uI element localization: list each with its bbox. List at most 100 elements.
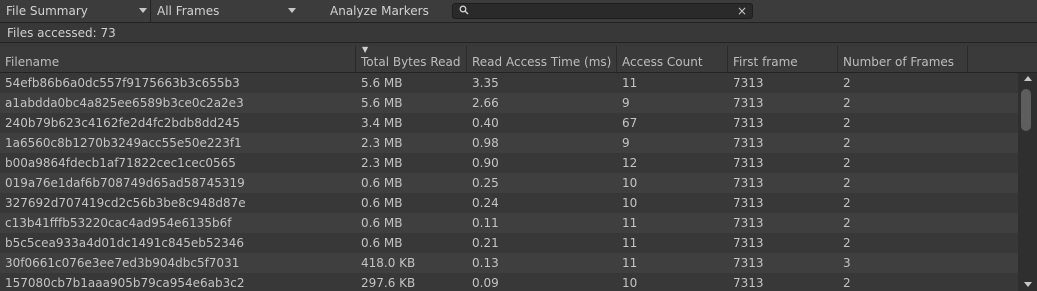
column-header-access-count[interactable]: Access Count	[617, 46, 728, 72]
scrollbar-thumb[interactable]	[1021, 89, 1031, 131]
cell-read-access-time: 3.35	[472, 76, 499, 90]
toolbar: File Summary All Frames Analyze Markers …	[0, 0, 1037, 23]
cell-read-access-time: 0.24	[472, 196, 499, 210]
column-label: Read Access Time (ms)	[472, 55, 612, 69]
table-row[interactable]: a1abdda0bc4a825ee6589b3ce0c2a2e3 5.6 MB 2.…	[0, 93, 1018, 113]
cell-number-of-frames: 2	[843, 156, 851, 170]
table-row[interactable]: 019a76e1daf6b708749d65ad58745319 0.6 MB 0.…	[0, 173, 1018, 193]
file-summary-table: Filename Total Bytes Read Read Access Ti…	[0, 42, 1037, 291]
cell-first-frame: 7313	[733, 156, 764, 170]
column-label: Total Bytes Read	[361, 55, 461, 69]
scroll-down-icon[interactable]	[1024, 282, 1032, 287]
cell-number-of-frames: 2	[843, 96, 851, 110]
cell-read-access-time: 0.13	[472, 256, 499, 270]
cell-number-of-frames: 3	[843, 256, 851, 270]
cell-access-count: 9	[622, 96, 630, 110]
sort-descending-icon: ▼	[362, 45, 369, 54]
files-accessed-count: Files accessed: 73	[7, 26, 116, 40]
cell-filename: 1a6560c8b1270b3249acc55e50e223f1	[5, 136, 242, 150]
cell-first-frame: 7313	[733, 96, 764, 110]
cell-read-access-time: 0.09	[472, 276, 499, 290]
cell-total-bytes-read: 5.6 MB	[361, 96, 403, 110]
table-row[interactable]: 240b79b623c4162fe2d4fc2bdb8dd245 3.4 MB 0.…	[0, 113, 1018, 133]
column-label: Access Count	[622, 55, 703, 69]
table-row[interactable]: 30f0661c076e3ee7ed3b904dbc5f7031 418.0 KB…	[0, 253, 1018, 273]
cell-total-bytes-read: 2.3 MB	[361, 136, 403, 150]
table-header: Filename Total Bytes Read Read Access Ti…	[0, 45, 1037, 73]
cell-read-access-time: 0.11	[472, 216, 499, 230]
cell-access-count: 11	[622, 76, 638, 90]
cell-read-access-time: 0.90	[472, 156, 499, 170]
cell-first-frame: 7313	[733, 176, 764, 190]
cell-read-access-time: 0.25	[472, 176, 499, 190]
chevron-down-icon	[139, 8, 147, 13]
column-header-first-frame[interactable]: First frame	[728, 46, 838, 72]
cell-number-of-frames: 2	[843, 216, 851, 230]
cell-number-of-frames: 2	[843, 236, 851, 250]
cell-access-count: 10	[622, 276, 638, 290]
search-input[interactable]: ×	[452, 3, 753, 19]
search-icon	[459, 5, 469, 15]
cell-read-access-time: 0.98	[472, 136, 499, 150]
cell-filename: 240b79b623c4162fe2d4fc2bdb8dd245	[5, 116, 241, 130]
scroll-up-icon[interactable]	[1024, 76, 1032, 81]
cell-total-bytes-read: 0.6 MB	[361, 176, 403, 190]
cell-access-count: 11	[622, 236, 638, 250]
column-header-total-bytes-read[interactable]: Total Bytes Read	[356, 46, 467, 72]
table-row[interactable]: b00a9864fdecb1af71822cec1cec0565 2.3 MB 0.…	[0, 153, 1018, 173]
cell-filename: a1abdda0bc4a825ee6589b3ce0c2a2e3	[5, 96, 244, 110]
cell-first-frame: 7313	[733, 276, 764, 290]
cell-filename: 157080cb7b1aaa905b79ca954e6ab3c2	[5, 276, 245, 290]
cell-number-of-frames: 2	[843, 176, 851, 190]
table-row[interactable]: 1a6560c8b1270b3249acc55e50e223f1 2.3 MB 0.…	[0, 133, 1018, 153]
cell-access-count: 10	[622, 176, 638, 190]
cell-number-of-frames: 2	[843, 76, 851, 90]
chevron-down-icon	[288, 8, 296, 13]
cell-number-of-frames: 2	[843, 196, 851, 210]
cell-access-count: 11	[622, 256, 638, 270]
cell-number-of-frames: 2	[843, 136, 851, 150]
cell-filename: 327692d707419cd2c56b3be8c948d87e	[5, 196, 246, 210]
cell-first-frame: 7313	[733, 116, 764, 130]
cell-read-access-time: 0.40	[472, 116, 499, 130]
column-label: First frame	[733, 55, 798, 69]
cell-total-bytes-read: 2.3 MB	[361, 156, 403, 170]
column-label: Number of Frames	[843, 55, 955, 69]
column-header-read-access-time[interactable]: Read Access Time (ms)	[467, 46, 617, 72]
cell-total-bytes-read: 297.6 KB	[361, 276, 416, 290]
cell-first-frame: 7313	[733, 256, 764, 270]
vertical-scrollbar[interactable]	[1018, 73, 1037, 291]
cell-total-bytes-read: 0.6 MB	[361, 196, 403, 210]
cell-access-count: 67	[622, 116, 638, 130]
cell-first-frame: 7313	[733, 76, 764, 90]
frames-dropdown[interactable]: All Frames	[151, 0, 301, 22]
table-body: 54efb86b6a0dc557f9175663b3c655b3 5.6 MB 3.…	[0, 73, 1018, 291]
cell-filename: b00a9864fdecb1af71822cec1cec0565	[5, 156, 236, 170]
cell-filename: 30f0661c076e3ee7ed3b904dbc5f7031	[5, 256, 240, 270]
cell-total-bytes-read: 0.6 MB	[361, 236, 403, 250]
table-row[interactable]: c13b41fffb53220cac4ad954e6135b6f 0.6 MB 0.…	[0, 213, 1018, 233]
analyze-markers-button[interactable]: Analyze Markers	[330, 0, 429, 22]
frames-dropdown-label: All Frames	[157, 4, 220, 18]
table-row[interactable]: 327692d707419cd2c56b3be8c948d87e 0.6 MB 0.…	[0, 193, 1018, 213]
table-row[interactable]: b5c5cea933a4d01dc1491c845eb52346 0.6 MB 0.…	[0, 233, 1018, 253]
view-dropdown-label: File Summary	[6, 4, 88, 18]
cell-access-count: 10	[622, 196, 638, 210]
cell-access-count: 12	[622, 156, 638, 170]
cell-first-frame: 7313	[733, 136, 764, 150]
column-header-filename[interactable]: Filename	[0, 46, 356, 72]
cell-number-of-frames: 2	[843, 116, 851, 130]
cell-access-count: 11	[622, 216, 638, 230]
table-row[interactable]: 54efb86b6a0dc557f9175663b3c655b3 5.6 MB 3.…	[0, 73, 1018, 93]
close-icon[interactable]: ×	[737, 3, 747, 19]
table-row[interactable]: 157080cb7b1aaa905b79ca954e6ab3c2 297.6 KB…	[0, 273, 1018, 291]
column-header-number-of-frames[interactable]: Number of Frames	[838, 46, 968, 72]
cell-total-bytes-read: 5.6 MB	[361, 76, 403, 90]
cell-total-bytes-read: 0.6 MB	[361, 216, 403, 230]
cell-filename: c13b41fffb53220cac4ad954e6135b6f	[5, 216, 232, 230]
cell-filename: 019a76e1daf6b708749d65ad58745319	[5, 176, 245, 190]
cell-total-bytes-read: 418.0 KB	[361, 256, 416, 270]
view-dropdown[interactable]: File Summary	[0, 0, 150, 22]
cell-read-access-time: 2.66	[472, 96, 499, 110]
cell-filename: b5c5cea933a4d01dc1491c845eb52346	[5, 236, 245, 250]
